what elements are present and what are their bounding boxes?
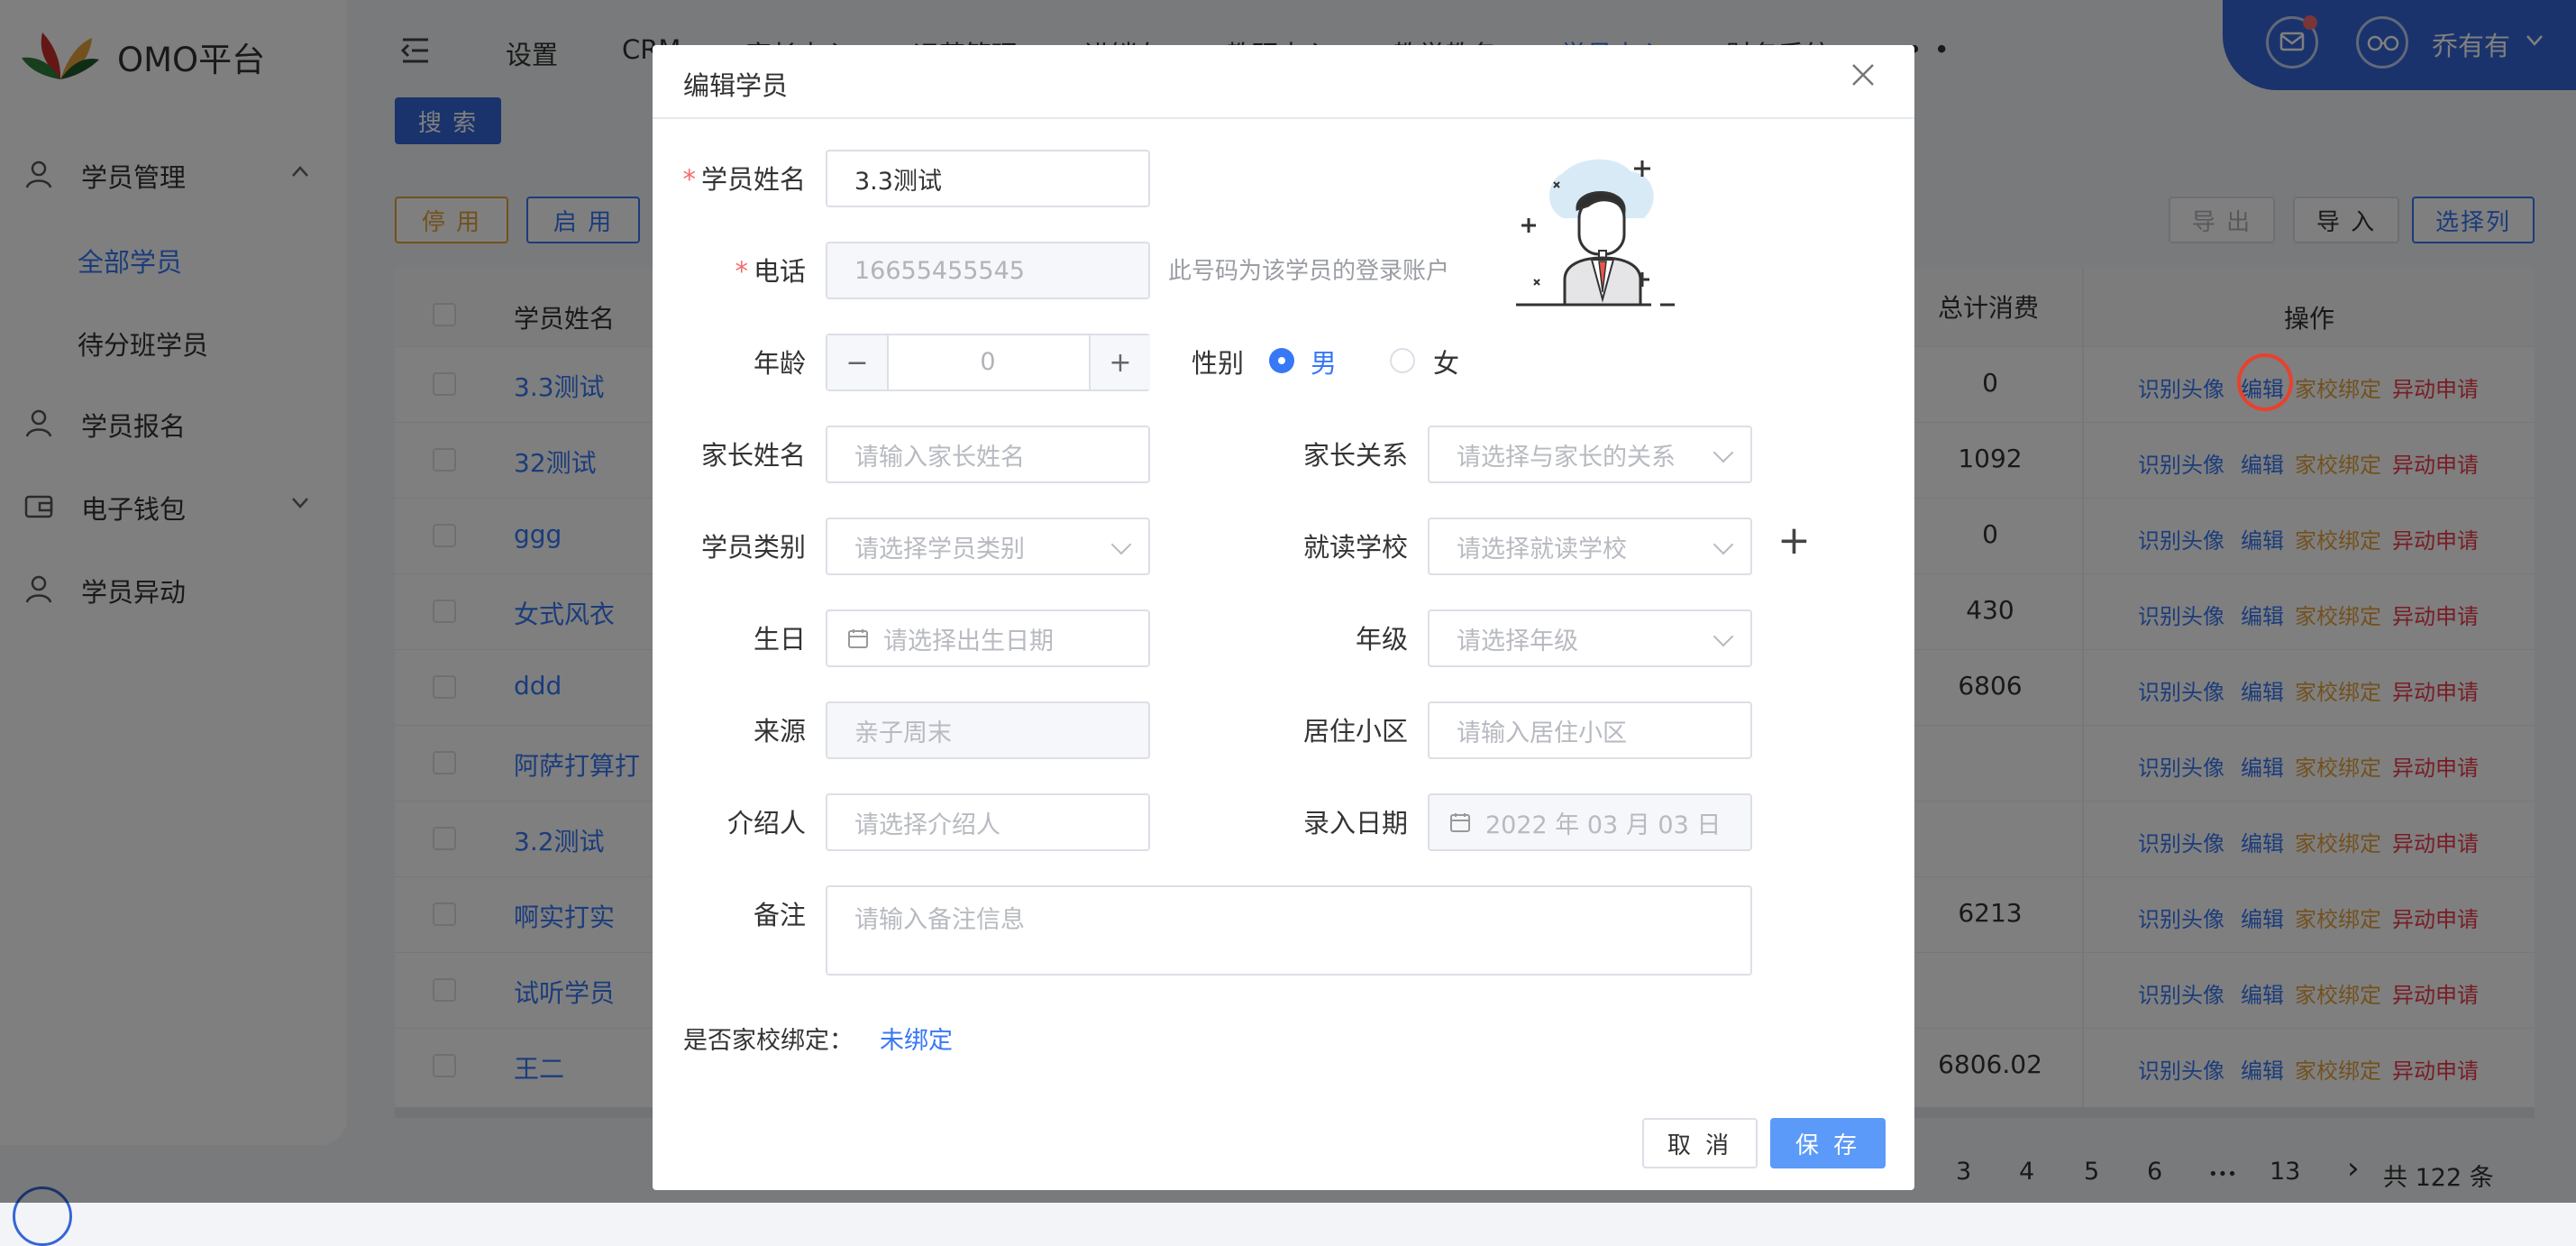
label-student-type: 学员类别 <box>700 532 806 563</box>
label-parent-relation: 家长关系 <box>1302 440 1408 471</box>
student-name-input[interactable]: 3.3测试 <box>826 150 1150 207</box>
calendar-icon <box>1450 813 1470 832</box>
label-gender: 性别 <box>1192 348 1245 379</box>
dialog-header: 编辑学员 <box>653 45 1914 119</box>
calendar-icon <box>848 629 868 648</box>
dialog-title: 编辑学员 <box>683 70 789 101</box>
close-icon[interactable] <box>1850 61 1877 88</box>
age-increment-button[interactable]: + <box>1089 335 1150 389</box>
school-select[interactable]: 请选择就读学校 <box>1428 518 1752 575</box>
label-remark: 备注 <box>753 900 806 930</box>
label-community: 居住小区 <box>1302 716 1408 747</box>
chevron-down-icon <box>1110 534 1132 555</box>
radio-dot <box>1278 357 1285 364</box>
label-student-name: * 学员姓名 <box>682 164 806 195</box>
chevron-down-icon <box>1713 534 1734 555</box>
parent-name-input[interactable]: 请输入家长姓名 <box>826 426 1150 483</box>
label-phone: * 电话 <box>735 256 806 287</box>
label-birthday: 生日 <box>753 624 806 655</box>
source-input[interactable]: 亲子周末 <box>826 701 1150 759</box>
label-school: 就读学校 <box>1302 532 1408 563</box>
binding-status-link[interactable]: 未绑定 <box>880 1021 953 1056</box>
gender-male-radio[interactable] <box>1269 348 1294 373</box>
age-decrement-button[interactable]: − <box>827 335 889 389</box>
label-referrer: 介绍人 <box>726 808 806 838</box>
age-value: 0 <box>980 348 996 376</box>
phone-input[interactable]: 16655455545 <box>826 242 1150 299</box>
chevron-down-icon <box>1713 626 1734 647</box>
entry-date-picker[interactable]: 2022 年 03 月 03 日 <box>1428 793 1752 851</box>
chevron-down-icon <box>1713 442 1734 463</box>
cancel-button[interactable]: 取 消 <box>1642 1118 1758 1168</box>
highlight-circle <box>2237 353 2293 411</box>
label-parent-name: 家长姓名 <box>700 440 806 471</box>
referrer-input[interactable]: 请选择介绍人 <box>826 793 1150 851</box>
community-input[interactable]: 请输入居住小区 <box>1428 701 1752 759</box>
age-stepper[interactable]: − 0 + <box>826 334 1150 391</box>
phone-hint: 此号码为该学员的登录账户 <box>1168 258 1450 285</box>
student-type-select[interactable]: 请选择学员类别 <box>826 518 1150 575</box>
add-school-icon[interactable]: + <box>1777 518 1811 563</box>
student-avatar-illustration <box>1516 159 1675 307</box>
label-source: 来源 <box>753 716 806 747</box>
parent-relation-select[interactable]: 请选择与家长的关系 <box>1428 426 1752 483</box>
gender-male-label[interactable]: 男 <box>1311 343 1337 380</box>
label-grade: 年级 <box>1355 624 1408 655</box>
label-age: 年龄 <box>753 348 806 379</box>
remark-textarea[interactable]: 请输入备注信息 <box>826 885 1752 976</box>
save-button[interactable]: 保 存 <box>1770 1118 1886 1168</box>
birthday-picker[interactable]: 请选择出生日期 <box>826 609 1150 667</box>
grade-select[interactable]: 请选择年级 <box>1428 609 1752 667</box>
label-entry-date: 录入日期 <box>1302 808 1408 838</box>
gender-female-radio[interactable] <box>1390 348 1415 373</box>
gender-female-label[interactable]: 女 <box>1433 343 1459 380</box>
edit-student-dialog: 编辑学员 * 学员姓名 3.3测试 * 电话 16655455545 此号码为该学员… <box>653 45 1914 1190</box>
label-binding: 是否家校绑定： <box>683 1027 854 1055</box>
